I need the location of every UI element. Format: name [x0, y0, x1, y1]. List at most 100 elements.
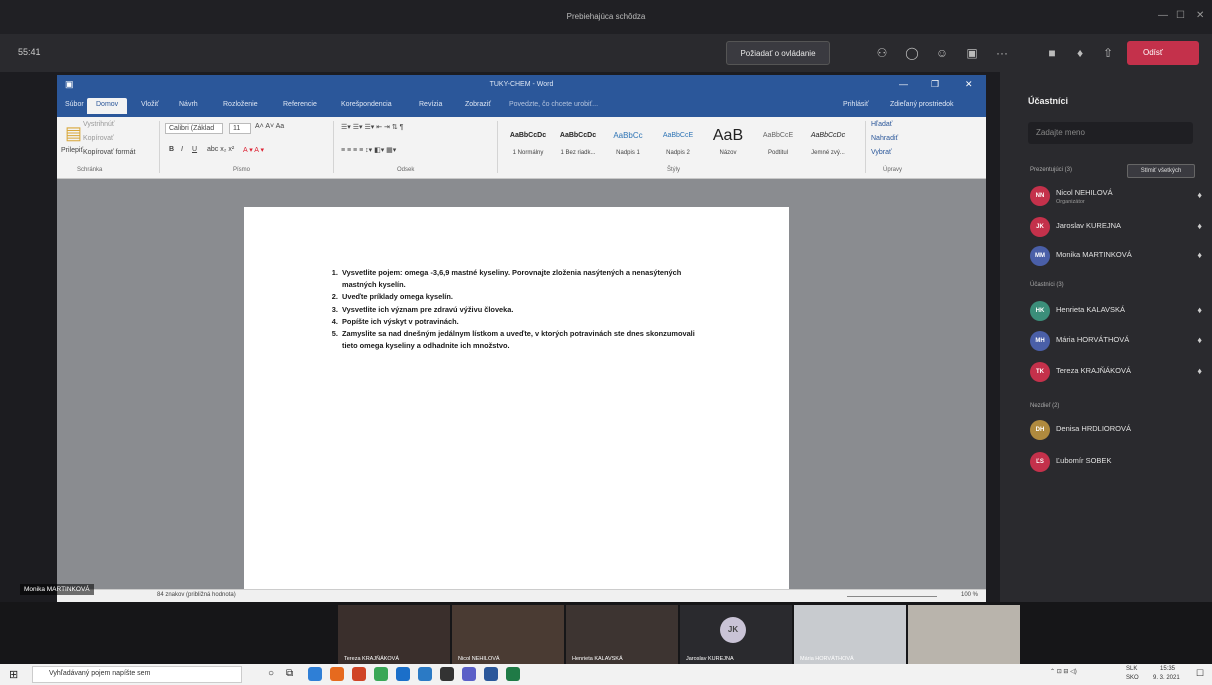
replace-button[interactable]: Nahradiť	[871, 135, 898, 142]
cortana-icon[interactable]: ○	[268, 668, 274, 679]
bold-icon[interactable]: B	[169, 146, 174, 153]
word-icon[interactable]	[484, 667, 498, 681]
edge-icon[interactable]	[308, 667, 322, 681]
leave-button[interactable]: Odísť	[1127, 41, 1199, 65]
reactions-icon[interactable]: ☺	[934, 45, 950, 61]
zoom-level[interactable]: 100 %	[961, 592, 978, 598]
copy-button[interactable]: Kopírovať	[83, 135, 114, 142]
others-header[interactable]: Nezdieľ (2)	[1030, 403, 1059, 409]
document-area[interactable]: Vysvetlite pojem: omega -3,6,9 mastné ky…	[57, 179, 986, 602]
tab-mailings[interactable]: Korešpondencia	[341, 101, 392, 108]
participant-row[interactable]: HK Henrieta KALAVSKÁ ♦	[1030, 301, 1208, 321]
paste-icon[interactable]: ▤	[65, 123, 82, 144]
style-no-spacing[interactable]: AaBbCcDc 1 Bez riadk...	[553, 122, 603, 162]
font-grow-icon[interactable]: A˄ A˅ Aa	[255, 123, 284, 130]
find-button[interactable]: Hľadať	[871, 121, 892, 128]
align-icons[interactable]: ≡ ≡ ≡ ≡ ↕▾ ◧▾ ▦▾	[341, 146, 396, 154]
mute-all-button[interactable]: Stlmiť všetkých	[1127, 164, 1195, 178]
select-button[interactable]: Vybrať	[871, 149, 892, 156]
explorer-icon[interactable]	[418, 667, 432, 681]
tab-home[interactable]: Domov	[87, 98, 128, 114]
format-painter-button[interactable]: Kopírovať formát	[83, 149, 135, 156]
chrome-icon[interactable]	[374, 667, 388, 681]
tab-design[interactable]: Návrh	[179, 101, 198, 108]
camera-icon[interactable]: ■	[1044, 45, 1060, 61]
request-control-button[interactable]: Požiadať o ovládanie	[726, 41, 830, 65]
video-tile[interactable]: Mária HORVÁTHOVÁ	[794, 605, 906, 664]
style-normal[interactable]: AaBbCcDc 1 Normálny	[503, 122, 553, 162]
participant-row[interactable]: TK Tereza KRAJŇÁKOVÁ ♦	[1030, 362, 1208, 382]
tab-file[interactable]: Súbor	[65, 101, 84, 108]
participant-row[interactable]: DH Denisa HRDLIOROVÁ	[1030, 420, 1208, 440]
tray-icons[interactable]: ⌃ ⊡ ⊟ ◁)	[1050, 668, 1077, 675]
cut-button[interactable]: Vystrihnúť	[83, 121, 115, 128]
participant-row[interactable]: JK Jaroslav KUREJNA ♦	[1030, 217, 1208, 237]
tell-me-box[interactable]: Povedzte, čo chcete urobiť...	[509, 101, 598, 108]
participant-row[interactable]: MM Monika MARTINKOVÁ ♦	[1030, 246, 1208, 266]
store-icon[interactable]	[440, 667, 454, 681]
taskbar-search-input[interactable]: Vyhľadávaný pojem napíšte sem	[32, 666, 242, 683]
language-indicator[interactable]: SLK	[1126, 666, 1137, 672]
participant-row[interactable]: NN Nicol NEHILOVÁ Organizátor ♦	[1030, 186, 1208, 206]
sign-in-link[interactable]: Prihlásiť	[843, 101, 869, 108]
participant-row[interactable]: MH Mária HORVÁTHOVÁ ♦	[1030, 331, 1208, 351]
tab-layout[interactable]: Rozloženie	[223, 101, 258, 108]
ribbon-divider	[333, 121, 334, 173]
tab-view[interactable]: Zobraziť	[465, 101, 491, 108]
tab-review[interactable]: Revízia	[419, 101, 442, 108]
clock-time[interactable]: 15:35	[1160, 666, 1175, 672]
mail-icon[interactable]	[396, 667, 410, 681]
word-close-icon[interactable]: ✕	[965, 79, 973, 90]
video-tile[interactable]: Tereza KRAJŇÁKOVÁ	[338, 605, 450, 664]
style-subtitle[interactable]: AaBbCcE Podtitul	[753, 122, 803, 162]
keyboard-indicator[interactable]: SKO	[1126, 675, 1139, 681]
excel-icon[interactable]	[506, 667, 520, 681]
participant-search-input[interactable]: Zadajte meno	[1028, 122, 1193, 144]
video-tile[interactable]: Henrieta KALAVSKÁ	[566, 605, 678, 664]
tab-references[interactable]: Referencie	[283, 101, 317, 108]
style-heading-2[interactable]: AaBbCcE Nadpis 2	[653, 122, 703, 162]
notifications-icon[interactable]: ☐	[1196, 668, 1204, 679]
close-icon[interactable]: ✕	[1196, 10, 1204, 21]
list-icons[interactable]: ☰▾ ☰▾ ☰▾ ⇤ ⇥ ⇅ ¶	[341, 123, 403, 131]
share-button[interactable]: Zdieľaný prostriedok	[890, 101, 954, 108]
chat-icon[interactable]: ◯	[904, 45, 920, 61]
italic-icon[interactable]: I	[181, 146, 183, 153]
word-count[interactable]: 84 znakov (približná hodnota)	[157, 592, 236, 598]
clock-date[interactable]: 9. 3. 2021	[1153, 675, 1180, 681]
participant-row[interactable]: ĽS Ľubomír SOBEK	[1030, 452, 1208, 472]
firefox-icon[interactable]	[330, 667, 344, 681]
video-tile[interactable]: Nicol NEHILOVÁ	[452, 605, 564, 664]
participants-icon[interactable]: ⚇	[874, 45, 890, 61]
font-size-select[interactable]: 11	[229, 123, 251, 134]
mic-icon: ♦	[1197, 305, 1202, 315]
microphone-icon[interactable]: ♦	[1072, 45, 1088, 61]
word-minimize-icon[interactable]: —	[899, 79, 908, 89]
minimize-icon[interactable]: —	[1158, 10, 1168, 21]
style-title[interactable]: AaB Názov	[703, 122, 753, 162]
underline-icon[interactable]: U	[192, 146, 197, 153]
word-restore-icon[interactable]: ❐	[931, 79, 939, 90]
task-view-icon[interactable]: ⧉	[286, 668, 293, 679]
zoom-slider[interactable]	[847, 596, 937, 597]
paste-button[interactable]: Prilepiť	[61, 147, 83, 154]
video-tile[interactable]: JK Jaroslav KUREJNA	[680, 605, 792, 664]
style-subtle-emphasis[interactable]: AaBbCcDc Jemné zvý...	[803, 122, 853, 162]
attendees-header[interactable]: Účastníci (3)	[1030, 282, 1064, 288]
participants-title: Účastníci	[1028, 96, 1069, 106]
document-page[interactable]: Vysvetlite pojem: omega -3,6,9 mastné ky…	[244, 207, 789, 602]
video-tile[interactable]	[908, 605, 1020, 664]
rooms-icon[interactable]: ▣	[964, 45, 980, 61]
windows-start-icon[interactable]: ⊞	[9, 668, 18, 681]
font-color-icon[interactable]: A ▾ A ▾	[243, 146, 264, 154]
maximize-icon[interactable]: ☐	[1176, 10, 1185, 21]
share-screen-icon[interactable]: ⇧	[1100, 45, 1116, 61]
teams-icon[interactable]	[462, 667, 476, 681]
strike-sub-super-icon[interactable]: abc x₂ x²	[207, 146, 234, 153]
tab-insert[interactable]: Vložiť	[141, 101, 159, 108]
office-icon[interactable]	[352, 667, 366, 681]
font-name-select[interactable]: Calibri (Základ	[165, 123, 223, 134]
presenters-header[interactable]: Prezentujúci (3)	[1030, 167, 1072, 173]
more-icon[interactable]: ···	[994, 45, 1010, 61]
style-heading-1[interactable]: AaBbCc Nadpis 1	[603, 122, 653, 162]
